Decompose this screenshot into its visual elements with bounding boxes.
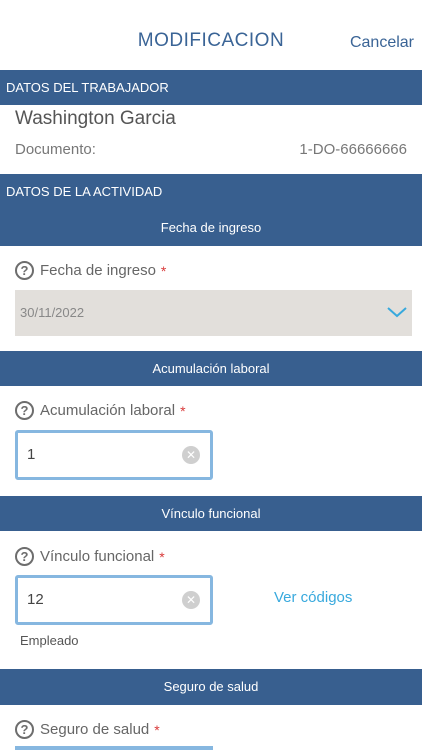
vinculo-input[interactable]: 12 ✕ bbox=[15, 575, 213, 625]
cancel-button[interactable]: Cancelar bbox=[350, 34, 414, 52]
question-circle-icon[interactable]: ? bbox=[15, 401, 34, 420]
seguro-input-top-edge[interactable] bbox=[15, 746, 213, 750]
vinculo-field-label: ? Vínculo funcional * bbox=[15, 547, 165, 566]
acumulacion-field-label: ? Acumulación laboral * bbox=[15, 401, 186, 420]
fecha-ingreso-field-label: ? Fecha de ingreso * bbox=[15, 261, 166, 280]
required-asterisk: * bbox=[159, 548, 165, 565]
document-label: Documento: bbox=[15, 141, 96, 158]
question-circle-icon[interactable]: ? bbox=[15, 720, 34, 739]
vinculo-helper-text: Empleado bbox=[20, 633, 79, 648]
required-asterisk: * bbox=[154, 721, 160, 738]
required-asterisk: * bbox=[160, 262, 167, 279]
clear-circle-icon[interactable]: ✕ bbox=[182, 446, 200, 464]
seguro-label: Seguro de salud bbox=[40, 721, 150, 738]
activity-section-header: DATOS DE LA ACTIVIDAD bbox=[0, 174, 422, 210]
acumulacion-input[interactable]: 1 ✕ bbox=[15, 430, 213, 480]
chevron-down-icon bbox=[387, 307, 407, 318]
clear-circle-icon[interactable]: ✕ bbox=[182, 591, 200, 609]
worker-name: Washington Garcia bbox=[15, 108, 176, 129]
question-circle-icon[interactable]: ? bbox=[15, 261, 34, 280]
fecha-ingreso-value: 30/11/2022 bbox=[20, 305, 85, 320]
top-nav-bar: MODIFICACION Cancelar bbox=[0, 0, 422, 70]
vinculo-label: Vínculo funcional bbox=[40, 548, 155, 565]
seguro-section-header: Seguro de salud bbox=[0, 669, 422, 705]
question-circle-icon[interactable]: ? bbox=[15, 547, 34, 566]
document-value: 1-DO-66666666 bbox=[299, 141, 407, 158]
fecha-ingreso-label: Fecha de ingreso bbox=[40, 262, 156, 279]
acumulacion-value: 1 bbox=[27, 446, 36, 463]
ver-codigos-link[interactable]: Ver códigos bbox=[274, 589, 352, 606]
required-asterisk: * bbox=[180, 402, 186, 419]
seguro-field-label: ? Seguro de salud * bbox=[15, 720, 160, 739]
vinculo-section-header: Vínculo funcional bbox=[0, 496, 422, 531]
fecha-ingreso-section-header: Fecha de ingreso bbox=[0, 210, 422, 246]
acumulacion-label: Acumulación laboral bbox=[40, 402, 176, 419]
vinculo-value: 12 bbox=[27, 591, 44, 608]
acumulacion-section-header: Acumulación laboral bbox=[0, 351, 422, 386]
worker-section-header: DATOS DEL TRABAJADOR bbox=[0, 70, 422, 105]
fecha-ingreso-dropdown[interactable]: 30/11/2022 bbox=[15, 290, 412, 336]
